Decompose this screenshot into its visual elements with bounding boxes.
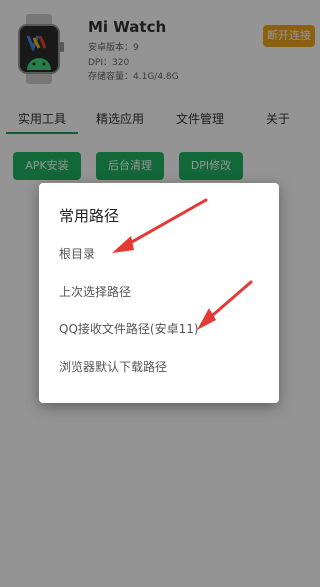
dialog-title: 常用路径 — [59, 207, 120, 225]
path-qq-received[interactable]: QQ接收文件路径(安卓11) — [59, 320, 199, 337]
common-paths-dialog: 常用路径 根目录 上次选择路径 QQ接收文件路径(安卓11) 浏览器默认下载路径 — [39, 183, 279, 403]
path-root[interactable]: 根目录 — [59, 245, 95, 262]
path-browser-download[interactable]: 浏览器默认下载路径 — [59, 358, 167, 375]
path-last-selected[interactable]: 上次选择路径 — [59, 283, 131, 300]
